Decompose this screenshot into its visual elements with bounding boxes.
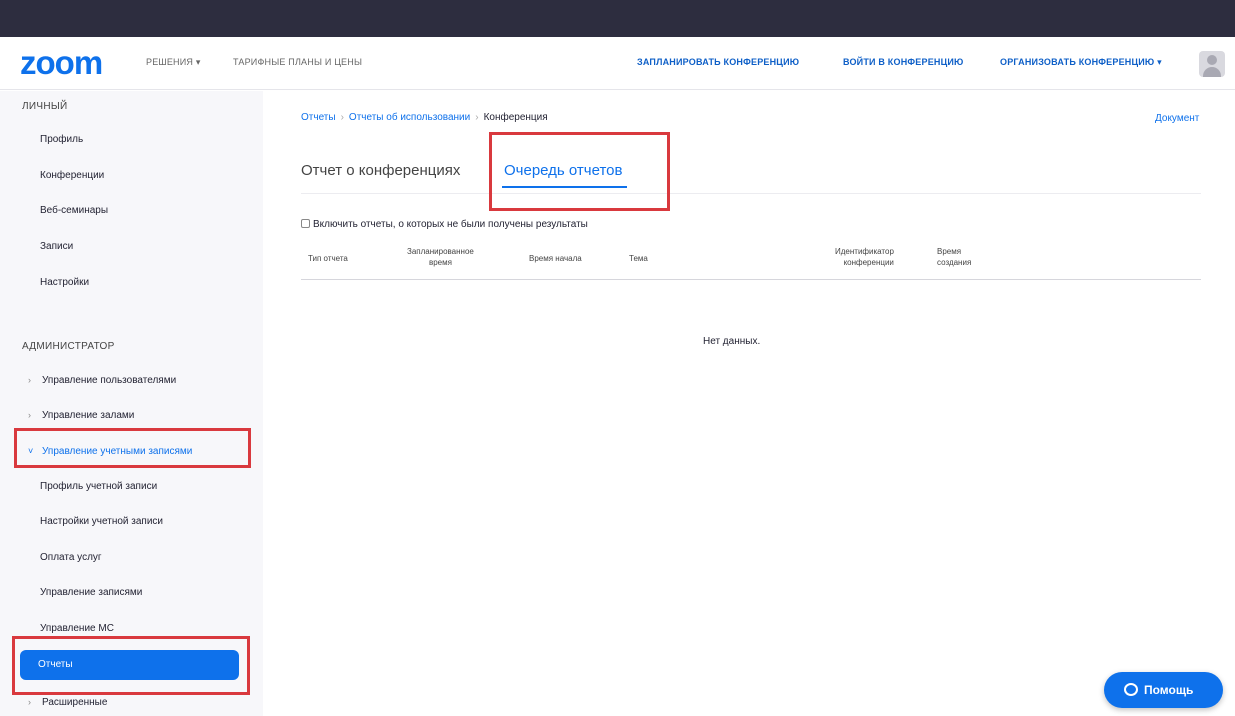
breadcrumb-separator-icon: › (340, 112, 344, 123)
sidebar-item-recording-management[interactable]: Управление записями (40, 587, 142, 598)
checkbox-label: Включить отчеты, о которых не были получ… (313, 219, 588, 230)
nav-schedule-meeting[interactable]: ЗАПЛАНИРОВАТЬ КОНФЕРЕНЦИЮ (637, 57, 799, 67)
breadcrumb-current: Конференция (483, 112, 548, 123)
sidebar-item-recordings[interactable]: Записи (40, 241, 73, 252)
highlight-box-report-queue-tab (489, 132, 670, 211)
avatar-head-icon (1207, 55, 1217, 65)
avatar-body-icon (1203, 67, 1221, 77)
browser-top-bar (0, 0, 1235, 37)
chat-bubble-icon (1124, 683, 1138, 696)
highlight-box-reports (12, 636, 250, 695)
help-button-label: Помощь (1144, 683, 1194, 697)
sidebar-heading-admin: АДМИНИСТРАТОР (22, 341, 115, 352)
nav-solutions[interactable]: РЕШЕНИЯ ▾ (146, 57, 201, 68)
sidebar-item-billing[interactable]: Оплата услуг (40, 552, 102, 563)
sidebar-item-account-settings[interactable]: Настройки учетной записи (40, 516, 163, 527)
column-header-report-type: Тип отчета (308, 254, 348, 263)
sidebar-item-meetings[interactable]: Конференции (40, 170, 104, 181)
nav-pricing[interactable]: ТАРИФНЫЕ ПЛАНЫ И ЦЕНЫ (233, 57, 362, 67)
site-header: zoom РЕШЕНИЯ ▾ ТАРИФНЫЕ ПЛАНЫ И ЦЕНЫ ЗАП… (0, 37, 1235, 90)
sidebar-item-label: Управление пользователями (42, 375, 177, 386)
tab-divider (301, 193, 1201, 194)
chevron-right-icon: › (28, 697, 31, 707)
documentation-link[interactable]: Документ (1155, 113, 1199, 124)
breadcrumb-separator-icon: › (475, 112, 479, 123)
zoom-logo[interactable]: zoom (20, 46, 103, 79)
sidebar-item-label: Расширенные (42, 697, 108, 708)
highlight-box-account-management (14, 428, 251, 468)
include-unresolved-checkbox-row[interactable]: Включить отчеты, о которых не были получ… (301, 219, 588, 230)
chevron-right-icon: › (28, 375, 31, 385)
sidebar-item-profile[interactable]: Профиль (40, 134, 83, 145)
empty-table-message: Нет данных. (703, 336, 761, 347)
avatar[interactable] (1199, 51, 1225, 77)
nav-host-meeting[interactable]: ОРГАНИЗОВАТЬ КОНФЕРЕНЦИЮ ▾ (1000, 57, 1162, 68)
breadcrumb-usage-reports[interactable]: Отчеты об использовании (349, 112, 470, 123)
breadcrumb: Отчеты › Отчеты об использовании › Конференц… (301, 112, 548, 123)
nav-join-meeting[interactable]: ВОЙТИ В КОНФЕРЕНЦИЮ (843, 57, 964, 67)
sidebar-item-user-management[interactable]: › Управление пользователями (28, 375, 177, 386)
help-button[interactable]: Помощь (1104, 672, 1223, 708)
sidebar-item-account-profile[interactable]: Профиль учетной записи (40, 481, 157, 492)
chevron-right-icon: › (28, 410, 31, 420)
tab-meeting-report[interactable]: Отчет о конференциях (301, 162, 460, 179)
column-header-meeting-id: Идентификатор конференции (835, 247, 894, 267)
sidebar-item-settings[interactable]: Настройки (40, 277, 89, 288)
include-unresolved-checkbox[interactable] (301, 219, 310, 228)
sidebar-heading-personal: ЛИЧНЫЙ (22, 101, 68, 112)
sidebar-item-room-management[interactable]: › Управление залами (28, 410, 135, 421)
column-header-topic: Тема (629, 254, 648, 263)
column-header-created-time: Время создания (937, 247, 972, 267)
main-content: Отчеты › Отчеты об использовании › Конференц… (263, 91, 1235, 716)
table-header-divider (301, 279, 1201, 280)
column-header-start-time: Время начала (529, 254, 582, 263)
breadcrumb-reports[interactable]: Отчеты (301, 112, 336, 123)
sidebar-item-label: Управление залами (42, 410, 135, 421)
sidebar-item-mc-management[interactable]: Управление МС (40, 623, 114, 634)
sidebar: ЛИЧНЫЙ Профиль Конференции Веб-семинары … (0, 91, 263, 716)
sidebar-item-advanced[interactable]: › Расширенные (28, 697, 108, 708)
column-header-scheduled-time: Запланированное время (407, 247, 474, 267)
sidebar-item-webinars[interactable]: Веб-семинары (40, 205, 108, 216)
